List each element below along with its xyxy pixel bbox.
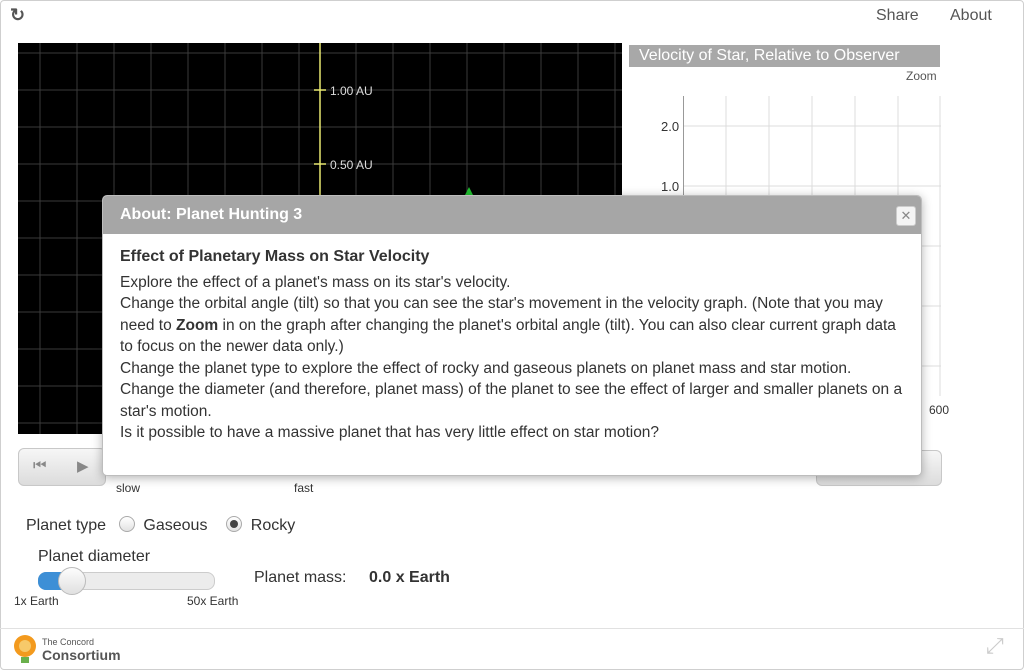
concord-logo-icon[interactable] [10,630,40,666]
au-label-1: 1.00 AU [330,84,373,98]
y-tick-label: 2.0 [661,119,680,134]
dialog-paragraph: Change the planet type to explore the ef… [120,359,852,377]
about-dialog: About: Planet Hunting 3 ✕ Effect of Plan… [102,195,922,476]
planet-marker[interactable] [465,187,473,195]
dialog-paragraph: Change the diameter (and therefore, plan… [120,381,903,420]
dialog-heading: Effect of Planetary Mass on Star Velocit… [120,248,430,265]
dialog-paragraph: Change the orbital angle (tilt) so that … [120,293,910,358]
y-tick-label: 1.0 [661,179,680,194]
diameter-max-label: 50x Earth [187,594,239,608]
speed-slow-label: slow [116,481,141,495]
diameter-min-label: 1x Earth [14,594,59,608]
radio-button[interactable] [225,516,242,532]
planet-type-group: Planet type Gaseous Rocky [26,516,295,535]
graph-title: Velocity of Star, Relative to Observer [629,45,940,67]
planet-type-label: Planet type [26,517,107,534]
speed-fast-label: fast [294,481,314,495]
planet-mass-value: 0.0 x Earth [369,569,450,586]
dialog-paragraph: Explore the effect of a planet's mass on… [120,273,511,291]
radio-rocky-label: Rocky [250,517,296,534]
radio-gaseous-label: Gaseous [143,517,208,534]
playback-controls: ⏮ ▶ [18,448,106,486]
fullscreen-icon[interactable]: ⤢ [986,633,1004,659]
zoom-button[interactable]: Zoom [906,69,937,83]
play-icon[interactable]: ▶ [77,457,89,475]
logo-line2: Consortium [42,647,121,663]
footer-divider [0,628,1024,629]
reload-icon[interactable]: ↻ [10,5,25,26]
au-label-2: 0.50 AU [330,158,373,172]
radio-gaseous[interactable]: Gaseous [118,516,208,534]
planet-mass-label: Planet mass: [254,569,347,586]
radio-rocky[interactable]: Rocky [225,516,296,534]
close-icon[interactable]: ✕ [896,206,916,226]
x-tick-label: 600 [929,403,950,417]
planet-diameter-label: Planet diameter [38,548,151,565]
dialog-title: About: Planet Hunting 3 [103,196,921,234]
logo-line1: The Concord [42,637,95,647]
about-link[interactable]: About [950,7,992,25]
reset-icon[interactable]: ⏮ [33,457,47,474]
dialog-zoom-emphasis: Zoom [176,316,219,334]
radio-button[interactable] [118,516,135,532]
diameter-slider-handle[interactable] [58,567,86,595]
dialog-text: in on the graph after changing the plane… [120,316,896,356]
concord-logo-text: The Concord Consortium [42,634,121,662]
dialog-body: Effect of Planetary Mass on Star Velocit… [120,246,910,444]
share-link[interactable]: Share [876,7,919,25]
dialog-paragraph: Is it possible to have a massive planet … [120,424,660,441]
